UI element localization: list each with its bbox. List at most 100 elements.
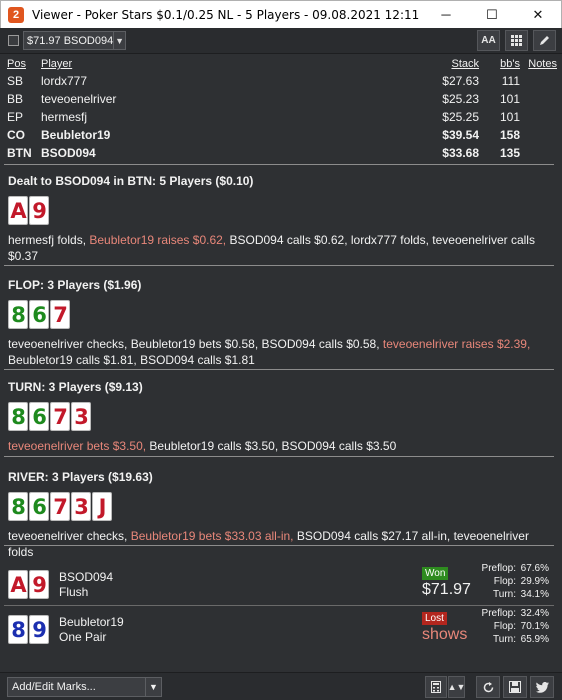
player-bbs: 135 [499,146,520,160]
equity-value: 34.1% [520,589,549,600]
header-bbs[interactable]: bb's [479,58,520,72]
header-stack[interactable]: Stack [414,58,479,72]
playing-card: 9 [29,196,49,225]
table-row[interactable]: SB lordx777 $27.63 111 [7,72,557,90]
result-player-name: BSOD094 [59,570,114,584]
chevron-down-icon[interactable]: ▼ [145,678,161,696]
minimize-button[interactable]: ─ [423,1,469,29]
grid-icon[interactable] [505,30,528,51]
players-table: Pos Player Stack bb's Notes SB lordx777 $2… [7,58,557,162]
status-badge: Lost [422,612,447,625]
spinner-arrows-icon[interactable]: ▲▼ [448,676,465,698]
divider [4,545,554,546]
divider [4,369,554,370]
player-name: BSOD094 [41,146,96,160]
street-section: FLOP: 3 Players ($1.96) 8 6 7 teveoenelriver… [8,278,554,368]
equity-stats: Preflop: 67.6% Flop: 29.9% Turn: 34.1% [470,562,550,601]
font-size-button[interactable]: AA [477,30,500,51]
player-pos: BB [7,92,24,106]
status-badge: Won [422,567,449,580]
street-title: TURN: 3 Players ($9.13) [8,380,143,394]
action-text: teveoenelriver checks, Beubletor19 bets … [8,336,554,368]
marks-dropdown[interactable]: Add/Edit Marks... ▼ [7,677,162,697]
toolbar: $71.97 BSOD094 ▼ AA [0,28,562,54]
player-stack: $27.63 [442,74,479,88]
street-title: FLOP: 3 Players ($1.96) [8,278,142,292]
equity-label: Preflop: [481,608,516,619]
calculator-icon-svg [431,681,441,693]
close-button[interactable]: ✕ [515,1,561,29]
refresh-icon[interactable] [476,676,500,698]
playing-card: J [92,492,112,521]
refresh-icon-svg [483,681,493,692]
playing-card: 7 [50,300,70,329]
equity-row: Flop: 29.9% [470,575,550,588]
playing-card: 8 [8,300,28,329]
player-stack: $33.68 [442,146,479,160]
equity-value: 70.1% [520,621,549,632]
equity-label: Turn: [493,589,516,600]
playing-card: 6 [29,492,49,521]
playing-card: 8 [8,402,28,431]
table-row[interactable]: CO Beubletor19 $39.54 158 [7,126,557,144]
card-group: 8673 [8,402,554,432]
player-name: Beubletor19 [41,128,111,142]
card-group: A9 [8,196,554,226]
action-text: teveoenelriver checks, Beubletor19 bets … [8,528,554,560]
result-amount: $71.97 [422,581,471,598]
players-table-header: Pos Player Stack bb's Notes [7,58,557,72]
equity-row: Preflop: 67.6% [470,562,550,575]
player-name: teveoenelriver [41,92,117,106]
marks-placeholder: Add/Edit Marks... [12,681,96,693]
table-row[interactable]: BTN BSOD094 $33.68 135 [7,144,557,162]
header-pos[interactable]: Pos [7,58,41,72]
window-title: Viewer - Poker Stars $0.1/0.25 NL - 5 Pl… [32,7,420,22]
result-row: 8 9 Beubletor19 One Pair Lost shows Preflop: 32… [8,607,554,651]
equity-value: 32.4% [520,608,549,619]
hand-select-value: $71.97 BSOD094 [27,34,114,47]
divider [4,265,554,266]
playing-card: 8 [8,492,28,521]
calculator-icon[interactable] [425,676,447,698]
table-row[interactable]: BB teveoenelriver $25.23 101 [7,90,557,108]
save-icon-svg [509,681,521,693]
hand-select-dropdown[interactable]: $71.97 BSOD094 ▼ [23,31,126,50]
action-text: teveoenelriver bets $3.50, Beubletor19 c… [8,438,554,454]
playing-card: 6 [29,402,49,431]
action-segment: Beubletor19 calls $3.50, BSOD094 calls $… [146,439,397,453]
action-segment: teveoenelriver checks, Beubletor19 bets … [8,337,383,351]
player-stack: $25.25 [442,110,479,124]
title-bar: 2 Viewer - Poker Stars $0.1/0.25 NL - 5 … [0,0,562,28]
header-player[interactable]: Player [41,58,414,72]
pencil-icon-svg [540,36,549,45]
equity-row: Flop: 70.1% [470,620,550,633]
street-title: RIVER: 3 Players ($19.63) [8,470,153,484]
save-icon[interactable] [503,676,527,698]
table-row[interactable]: EP hermesfj $25.25 101 [7,108,557,126]
playing-card: 9 [29,615,49,644]
chevron-down-icon[interactable]: ▼ [113,32,125,49]
equity-value: 65.9% [520,634,549,645]
result-amount: shows [422,626,468,643]
maximize-button[interactable]: ☐ [469,1,515,29]
edit-pencil-icon[interactable] [533,30,556,51]
equity-label: Turn: [493,634,516,645]
player-stack: $39.54 [442,128,479,142]
player-pos: SB [7,74,24,88]
player-stack: $25.23 [442,92,479,106]
street-section: TURN: 3 Players ($9.13) 8 6 7 3 teveoenelrive… [8,380,554,454]
playing-card: 7 [50,402,70,431]
hand-checkbox[interactable] [8,35,19,46]
player-bbs: 101 [499,110,520,124]
equity-value: 29.9% [520,576,549,587]
result-hand: One Pair [59,630,107,644]
window-controls: ─ ☐ ✕ [423,1,561,29]
equity-label: Flop: [493,576,516,587]
result-hand: Flush [59,585,89,599]
twitter-icon[interactable] [530,676,554,698]
playing-card: 3 [71,402,91,431]
equity-stats: Preflop: 32.4% Flop: 70.1% Turn: 65.9% [470,607,550,646]
header-notes[interactable]: Notes [520,58,557,72]
grid-icon-svg [511,35,522,46]
action-segment: teveoenelriver checks, [8,529,131,543]
